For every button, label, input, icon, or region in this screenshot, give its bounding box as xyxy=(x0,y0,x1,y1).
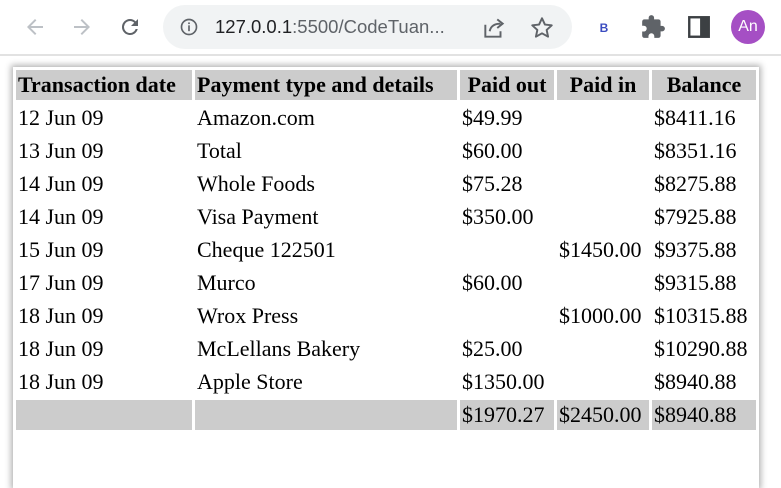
cell-balance: $7925.88 xyxy=(654,204,737,229)
table-row: 15 Jun 09 Cheque 122501 $1450.00 $9375.8… xyxy=(16,235,756,265)
reload-icon xyxy=(121,18,138,35)
cell-paid-out: $25.00 xyxy=(462,336,523,361)
cell-details: Total xyxy=(197,138,242,163)
cell-balance: $10290.88 xyxy=(654,336,748,361)
cell-details: McLellans Bakery xyxy=(197,336,361,361)
cell-paid-out: $60.00 xyxy=(462,270,523,295)
cell-paid-in xyxy=(557,268,649,298)
extension-b-icon[interactable]: B xyxy=(593,17,615,39)
cell-date: 18 Jun 09 xyxy=(18,369,104,394)
cell-paid-in: $1000.00 xyxy=(559,303,642,328)
header-balance: Balance xyxy=(652,70,756,100)
header-payment-details: Payment type and details xyxy=(195,70,457,100)
cell-paid-out: $75.28 xyxy=(462,171,523,196)
cell-details: Murco xyxy=(197,270,256,295)
cell-paid-out: $60.00 xyxy=(462,138,523,163)
cell-paid-out: $49.99 xyxy=(462,105,523,130)
table-row: 18 Jun 09 Apple Store $1350.00 $8940.88 xyxy=(16,367,756,397)
cell-details: Whole Foods xyxy=(197,171,315,196)
header-paid-out: Paid out xyxy=(460,70,554,100)
table-row: 18 Jun 09 Wrox Press $1000.00 $10315.88 xyxy=(16,301,756,331)
star-icon[interactable] xyxy=(529,15,555,41)
cell-paid-in xyxy=(557,136,649,166)
cell-date: 18 Jun 09 xyxy=(18,336,104,361)
table-footer-row: $1970.27 $2450.00 $8940.88 xyxy=(16,400,756,430)
puzzle-icon[interactable] xyxy=(640,14,666,40)
cell-details: Apple Store xyxy=(197,369,303,394)
table-row: 12 Jun 09 Amazon.com $49.99 $8411.16 xyxy=(16,103,756,133)
cell-date: 18 Jun 09 xyxy=(18,303,104,328)
cell-balance: $8940.88 xyxy=(654,369,737,394)
reload-button[interactable] xyxy=(113,10,147,44)
url-path: :5500/CodeTuan... xyxy=(292,16,445,37)
cell-date: 17 Jun 09 xyxy=(18,270,104,295)
table-row: 14 Jun 09 Whole Foods $75.28 $8275.88 xyxy=(16,169,756,199)
avatar[interactable]: An xyxy=(731,10,765,44)
cell-paid-in xyxy=(557,202,649,232)
cell-details: Cheque 122501 xyxy=(197,237,336,262)
header-transaction-date: Transaction date xyxy=(16,70,192,100)
cell-paid-out xyxy=(460,301,554,331)
cell-date: 12 Jun 09 xyxy=(18,105,104,130)
browser-toolbar: 127.0.0.1:5500/CodeTuan... B An xyxy=(0,0,781,56)
forward-button[interactable] xyxy=(65,10,99,44)
cell-paid-out xyxy=(460,235,554,265)
cell-balance: $8351.16 xyxy=(654,138,737,163)
page-content: Transaction date Payment type and detail… xyxy=(0,56,781,488)
info-icon[interactable] xyxy=(179,17,199,37)
cell-paid-in xyxy=(557,169,649,199)
table-header-row: Transaction date Payment type and detail… xyxy=(16,70,756,100)
transactions-table: Transaction date Payment type and detail… xyxy=(13,67,759,433)
table-container: Transaction date Payment type and detail… xyxy=(13,67,759,488)
cell-date: 14 Jun 09 xyxy=(18,204,104,229)
table-row: 14 Jun 09 Visa Payment $350.00 $7925.88 xyxy=(16,202,756,232)
cell-details: Visa Payment xyxy=(197,204,319,229)
address-bar[interactable]: 127.0.0.1:5500/CodeTuan... xyxy=(163,5,572,49)
url-host: 127.0.0.1 xyxy=(215,16,293,37)
cell-paid-in xyxy=(557,334,649,364)
footer-cell-date xyxy=(16,400,192,430)
footer-total-paid-out: $1970.27 xyxy=(460,400,554,430)
cell-balance: $10315.88 xyxy=(654,303,748,328)
footer-final-balance: $8940.88 xyxy=(652,400,756,430)
cell-paid-in xyxy=(557,367,649,397)
cell-details: Amazon.com xyxy=(197,105,315,130)
cell-paid-out: $350.00 xyxy=(462,204,534,229)
back-button[interactable] xyxy=(18,10,52,44)
cell-date: 13 Jun 09 xyxy=(18,138,104,163)
footer-total-paid-in: $2450.00 xyxy=(557,400,649,430)
cell-date: 15 Jun 09 xyxy=(18,237,104,262)
arrow-left-icon xyxy=(27,19,43,35)
table-row: 18 Jun 09 McLellans Bakery $25.00 $10290… xyxy=(16,334,756,364)
cell-date: 14 Jun 09 xyxy=(18,171,104,196)
side-panel-icon[interactable] xyxy=(686,14,712,40)
cell-paid-in: $1450.00 xyxy=(559,237,642,262)
url-text[interactable]: 127.0.0.1:5500/CodeTuan... xyxy=(215,16,485,38)
footer-cell-details xyxy=(195,400,457,430)
cell-paid-in xyxy=(557,103,649,133)
cell-balance: $9315.88 xyxy=(654,270,737,295)
share-icon[interactable] xyxy=(481,15,507,41)
header-paid-in: Paid in xyxy=(557,70,649,100)
cell-details: Wrox Press xyxy=(197,303,299,328)
cell-paid-out: $1350.00 xyxy=(462,369,545,394)
cell-balance: $8275.88 xyxy=(654,171,737,196)
table-row: 17 Jun 09 Murco $60.00 $9315.88 xyxy=(16,268,756,298)
arrow-right-icon xyxy=(74,19,90,35)
cell-balance: $9375.88 xyxy=(654,237,737,262)
cell-balance: $8411.16 xyxy=(654,105,736,130)
table-row: 13 Jun 09 Total $60.00 $8351.16 xyxy=(16,136,756,166)
